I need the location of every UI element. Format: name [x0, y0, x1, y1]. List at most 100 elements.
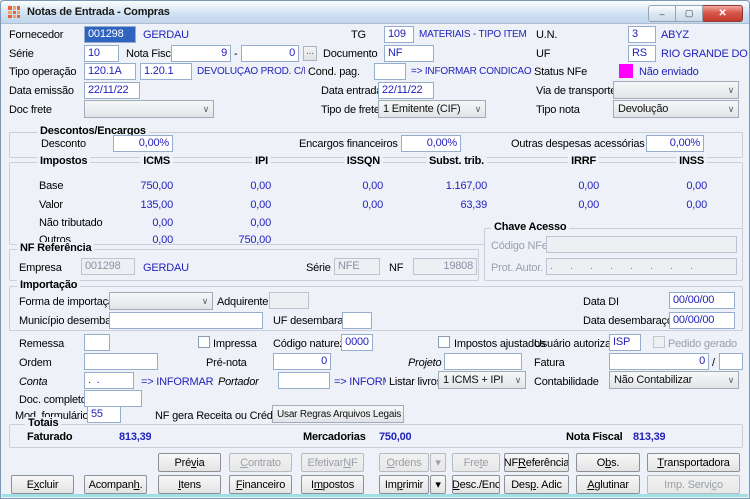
pedido-gerado-checkbox[interactable]	[653, 336, 665, 348]
municipio-desembaraco-input[interactable]	[109, 312, 263, 329]
nota-fiscal-browse-button[interactable]: ...	[303, 46, 317, 61]
doc-frete-select[interactable]: ∨	[84, 100, 214, 118]
nota-fiscal-input[interactable]: 9	[171, 45, 231, 62]
maximize-button[interactable]: ▢	[676, 5, 703, 22]
serie-label: Série	[9, 48, 34, 60]
obs-button[interactable]: Obs.	[576, 453, 640, 472]
bottom-accent-strip	[2, 494, 748, 497]
nota-fiscal-input-2[interactable]: 0	[241, 45, 299, 62]
minimize-button[interactable]: –	[648, 5, 676, 22]
outras-despesas-input[interactable]: 0,00%	[646, 135, 704, 152]
transportadora-button[interactable]: Transportadora	[647, 453, 740, 472]
impostos-col-header: ISSQN	[303, 155, 383, 167]
impostos-cell: 0,00	[191, 199, 271, 211]
nf-gera-select[interactable]: Usar Regras Arquivos Legais ∨	[272, 405, 404, 423]
portador-input[interactable]	[278, 372, 330, 389]
chevron-down-icon: ∨	[401, 409, 404, 420]
listar-livros-select[interactable]: 1 ICMS + IPI ∨	[438, 371, 526, 389]
adquirente-label: Adquirente	[217, 296, 268, 308]
tipo-operacao-input-2[interactable]: 1.20.1	[140, 63, 192, 80]
tg-input[interactable]: 109	[384, 26, 414, 43]
prot-autor-input[interactable]: . . . . . . . .	[546, 258, 737, 275]
encargos-input[interactable]: 0,00%	[401, 135, 461, 152]
aglutinar-button[interactable]: Aglutinar	[576, 475, 640, 494]
tipo-nota-select[interactable]: Devolução ∨	[613, 100, 739, 118]
status-nfe-text: Não enviado	[639, 66, 699, 78]
contabilidade-select[interactable]: Não Contabilizar ∨	[609, 371, 739, 389]
portador-label: Portador	[218, 376, 259, 388]
ordens-button[interactable]: Ordens	[379, 453, 429, 472]
status-nfe-label: Status NFe	[534, 66, 587, 78]
serie-input[interactable]: 10	[84, 45, 119, 62]
app-window: Notas de Entrada - Compras – ▢ ✕ Fornece…	[0, 0, 750, 499]
portador-hint-text: => INFORMAR PO	[334, 376, 386, 388]
uf-desc-text: RIO GRANDE DO SUL	[661, 48, 750, 60]
remessa-input[interactable]	[84, 334, 110, 351]
tipo-frete-select[interactable]: 1 Emitente (CIF) ∨	[378, 100, 486, 118]
pre-nota-input[interactable]: 0	[273, 353, 331, 370]
impostos-cell: 135,00	[93, 199, 173, 211]
data-di-label: Data DI	[583, 296, 619, 308]
data-desembaraco-input[interactable]: 00/00/00	[669, 312, 735, 329]
usuario-autorizado-input[interactable]: ISP	[609, 334, 641, 351]
desc-enc-button[interactable]: Desc./Enc	[452, 475, 500, 494]
previa-button[interactable]: Prévia	[158, 453, 221, 472]
impressa-checkbox[interactable]	[198, 336, 210, 348]
imprimir-button[interactable]: Imprimir	[379, 475, 429, 494]
nf-ref-nf-input[interactable]: 19808	[413, 258, 477, 275]
excluir-button[interactable]: Excluir	[11, 475, 74, 494]
desconto-input[interactable]: 0,00%	[113, 135, 173, 152]
uf-input[interactable]: RS	[628, 45, 656, 62]
fornecedor-input[interactable]: 001298	[84, 26, 136, 43]
projeto-input[interactable]	[444, 353, 522, 370]
desp-adic-button[interactable]: Desp. Adic	[504, 475, 569, 494]
via-transporte-select[interactable]: ∨	[613, 81, 739, 99]
empresa-input[interactable]: 001298	[81, 258, 135, 275]
ordem-input[interactable]	[84, 353, 158, 370]
close-button[interactable]: ✕	[703, 5, 743, 22]
adquirente-input[interactable]	[269, 292, 309, 309]
dropdown-arrow-icon: ▾	[435, 456, 440, 469]
data-desembaraco-label: Data desembaraço	[583, 315, 673, 327]
impostos-ajustados-checkbox[interactable]	[438, 336, 450, 348]
impostos-button[interactable]: Impostos	[301, 475, 364, 494]
tg-label: TG	[351, 29, 366, 41]
forma-importacao-select[interactable]: ∨	[109, 292, 213, 310]
chevron-down-icon: ∨	[471, 104, 485, 115]
data-emissao-label: Data emissão	[9, 85, 74, 97]
frete-button[interactable]: Frete	[452, 453, 500, 472]
contrato-button[interactable]: Contrato	[229, 453, 292, 472]
fatura-input-2[interactable]	[719, 353, 743, 370]
financeiro-button[interactable]: Financeiro	[229, 475, 292, 494]
faturado-value: 813,39	[119, 431, 151, 443]
data-entrada-input[interactable]: 22/11/22	[378, 82, 434, 99]
codigo-nfe-input[interactable]	[546, 236, 737, 253]
documento-input[interactable]: NF	[384, 45, 434, 62]
efetivar-nf-button[interactable]: Efetivar NF	[301, 453, 364, 472]
nf-referencia-button[interactable]: NF Referência	[504, 453, 569, 472]
acompanh-button[interactable]: Acompanh.	[84, 475, 147, 494]
imprimir-dropdown-button[interactable]: ▾	[430, 475, 446, 494]
nf-referencia-legend: NF Referência	[17, 242, 94, 254]
impostos-row-label: Valor	[39, 199, 63, 211]
nf-ref-serie-input[interactable]: NFE	[334, 258, 380, 275]
itens-button[interactable]: Itens	[158, 475, 221, 494]
ordens-dropdown-button[interactable]: ▾	[430, 453, 446, 472]
impostos-cell: 0,00	[627, 180, 707, 192]
cond-pag-input[interactable]	[374, 63, 406, 80]
tipo-operacao-input[interactable]: 120.1A	[84, 63, 136, 80]
minimize-icon: –	[660, 9, 665, 19]
tipo-operacao-desc-text: DEVOLUÇÃO PROD. C/ICMS C/IPI S	[197, 66, 305, 77]
conta-input[interactable]: . .	[84, 372, 134, 389]
fatura-input[interactable]: 0	[609, 353, 709, 370]
mercadorias-label: Mercadorias	[303, 431, 366, 443]
data-di-input[interactable]: 00/00/00	[669, 292, 735, 309]
impostos-cell: 0,00	[191, 217, 271, 229]
mod-formulario-input[interactable]: 55	[87, 406, 121, 423]
un-input[interactable]: 3	[628, 26, 656, 43]
imp-servico-button[interactable]: Imp. Serviço	[647, 475, 740, 494]
doc-completo-input[interactable]	[84, 390, 142, 407]
codigo-natureza-input[interactable]: 0000	[341, 334, 373, 351]
data-emissao-input[interactable]: 22/11/22	[84, 82, 140, 99]
uf-desembaraco-input[interactable]	[342, 312, 372, 329]
